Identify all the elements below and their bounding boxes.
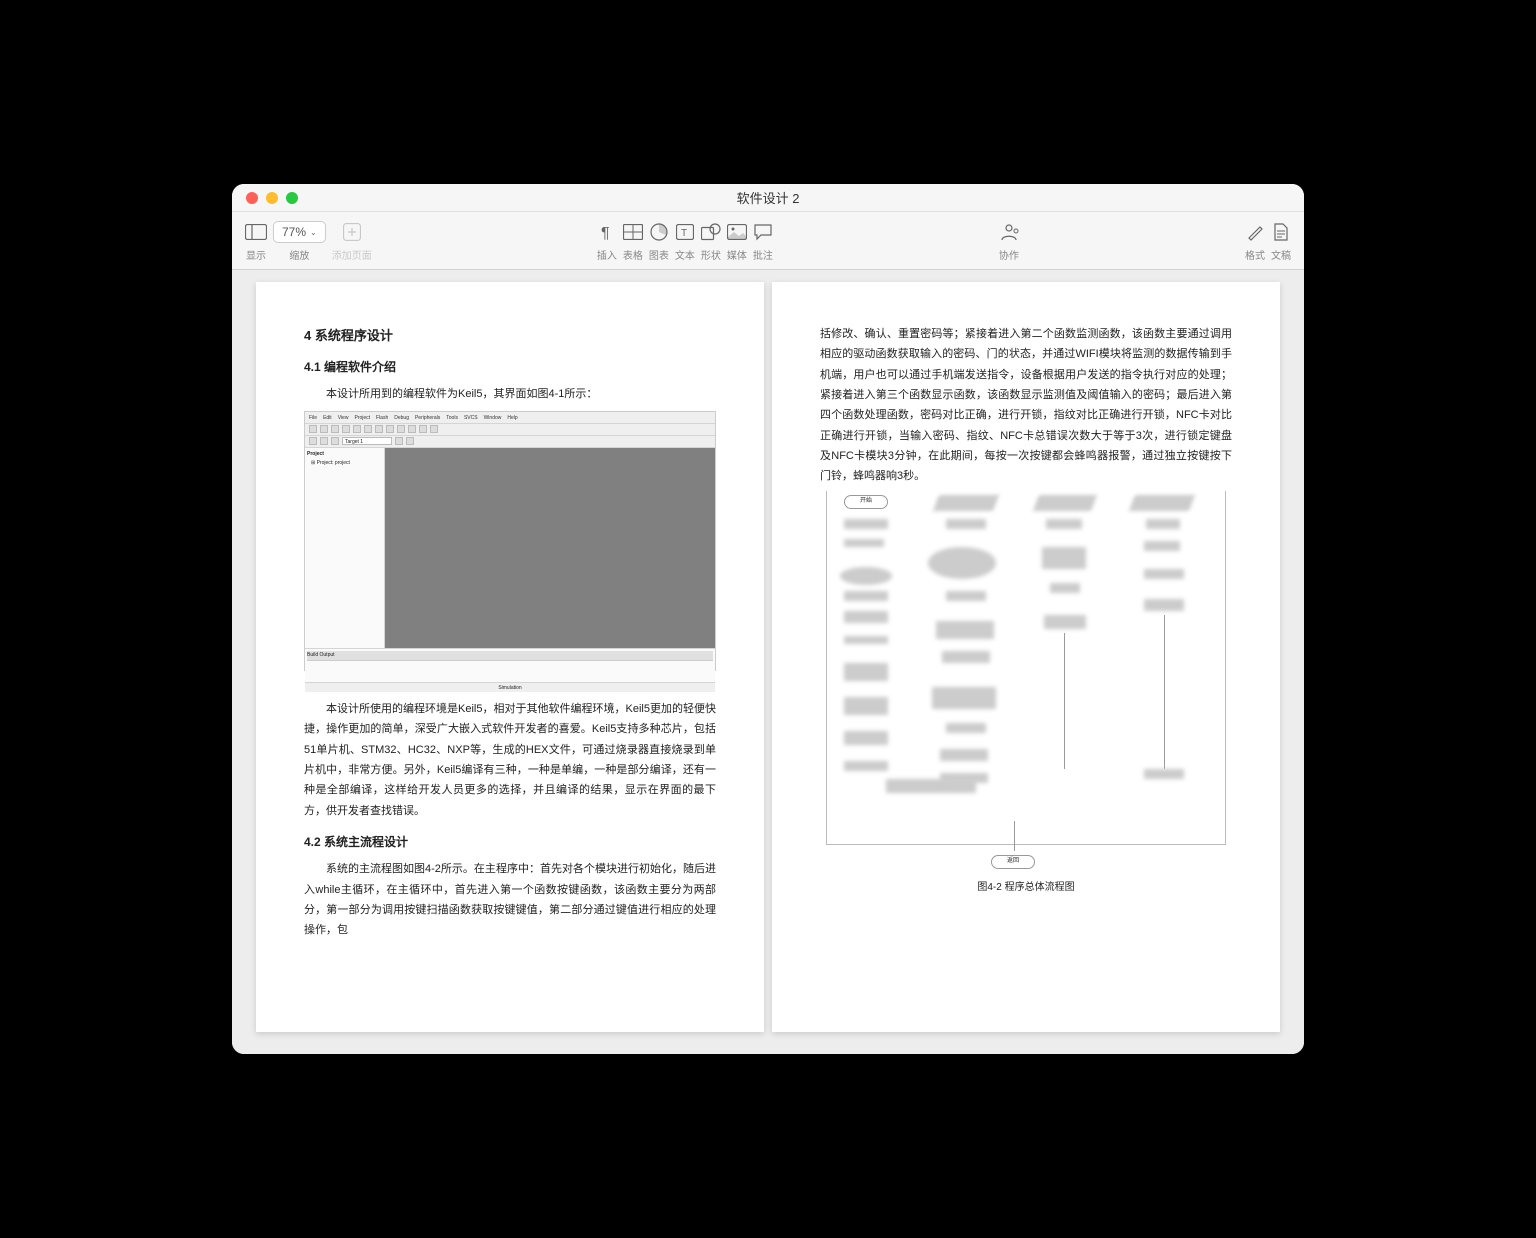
traffic-lights	[232, 192, 298, 204]
comment-button[interactable]: 批注	[753, 219, 773, 262]
paragraph: 本设计所用到的编程软件为Keil5，其界面如图4-1所示：	[304, 384, 716, 404]
add-page-button[interactable]: 添加页面	[332, 219, 372, 262]
toolbar: 显示 77%⌄ 缩放 添加页面 ¶ 插入 表格	[232, 212, 1304, 270]
chart-icon	[650, 219, 668, 245]
keil-menubar: FileEdit ViewProject FlashDebug Peripher…	[305, 412, 715, 424]
table-button[interactable]: 表格	[623, 219, 643, 262]
format-button[interactable]: 格式	[1245, 219, 1265, 262]
paragraph: 系统的主流程图如图4-2所示。在主程序中：首先对各个模块进行初始化，随后进入wh…	[304, 859, 716, 940]
close-button[interactable]	[246, 192, 258, 204]
document-area[interactable]: 4 系统程序设计 4.1 编程软件介绍 本设计所用到的编程软件为Keil5，其界…	[232, 270, 1304, 1054]
keil-statusbar: Simulation	[305, 682, 715, 692]
text-icon: T	[676, 219, 694, 245]
paragraph: 本设计所使用的编程环境是Keil5，相对于其他软件编程环境，Keil5更加的轻便…	[304, 699, 716, 821]
collab-icon	[998, 219, 1020, 245]
flowchart-return: 返回	[991, 855, 1035, 869]
pilcrow-icon: ¶	[599, 219, 615, 245]
comment-icon	[753, 219, 773, 245]
maximize-button[interactable]	[286, 192, 298, 204]
view-button[interactable]: 显示	[245, 219, 267, 262]
flowchart: 开始	[826, 491, 1226, 871]
zoom-value: 77%	[282, 225, 306, 239]
document-button[interactable]: 文稿	[1271, 219, 1291, 262]
brush-icon	[1246, 219, 1264, 245]
svg-text:¶: ¶	[601, 225, 610, 241]
titlebar: 软件设计 2	[232, 184, 1304, 212]
subsection-heading: 4.1 编程软件介绍	[304, 356, 716, 378]
page-right[interactable]: 括修改、确认、重置密码等；紧接着进入第二个函数监测函数，该函数主要通过调用相应的…	[772, 282, 1280, 1032]
panel-icon	[245, 219, 267, 245]
keil-toolbar2: Target 1	[305, 436, 715, 448]
paragraph: 括修改、确认、重置密码等；紧接着进入第二个函数监测函数，该函数主要通过调用相应的…	[820, 324, 1232, 487]
window-title: 软件设计 2	[737, 188, 800, 207]
keil-toolbar	[305, 424, 715, 436]
app-window: 软件设计 2 显示 77%⌄ 缩放 添加页面 ¶ 插入	[232, 184, 1304, 1054]
svg-text:T: T	[681, 228, 687, 239]
section-heading: 4 系统程序设计	[304, 324, 716, 348]
zoom-control[interactable]: 77%⌄ 缩放	[273, 219, 326, 262]
table-icon	[623, 219, 643, 245]
keil-output: Build Output	[305, 648, 715, 682]
chart-button[interactable]: 图表	[649, 219, 669, 262]
keil-screenshot: FileEdit ViewProject FlashDebug Peripher…	[304, 411, 716, 671]
subsection-heading: 4.2 系统主流程设计	[304, 831, 716, 853]
chevron-down-icon: ⌄	[310, 228, 317, 237]
plus-icon	[343, 219, 361, 245]
keil-sidebar: Project ⊞ Project: project	[305, 448, 385, 648]
keil-canvas	[385, 448, 715, 648]
media-button[interactable]: 媒体	[727, 219, 747, 262]
insert-button[interactable]: ¶ 插入	[597, 219, 617, 262]
minimize-button[interactable]	[266, 192, 278, 204]
media-icon	[727, 219, 747, 245]
page-left[interactable]: 4 系统程序设计 4.1 编程软件介绍 本设计所用到的编程软件为Keil5，其界…	[256, 282, 764, 1032]
shape-button[interactable]: 形状	[701, 219, 721, 262]
document-icon	[1273, 219, 1289, 245]
shape-icon	[701, 219, 721, 245]
flowchart-start: 开始	[844, 495, 888, 509]
text-button[interactable]: T 文本	[675, 219, 695, 262]
figure-caption: 图4-2 程序总体流程图	[820, 879, 1232, 898]
collab-button[interactable]: 协作	[998, 219, 1020, 262]
